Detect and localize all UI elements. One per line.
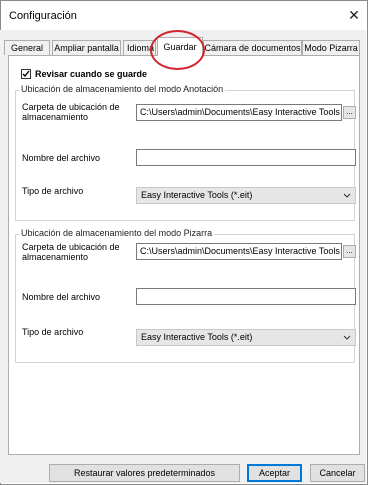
close-icon[interactable]: ✕ (346, 7, 362, 23)
check-on-save-checkbox[interactable] (21, 69, 31, 79)
tab-idioma[interactable]: Idioma (123, 40, 156, 55)
annotation-filename-label: Nombre del archivo (22, 153, 101, 163)
dialog-title: Configuración (9, 10, 77, 22)
annotation-folder-field[interactable]: C:\Users\admin\Documents\Easy Interactiv… (136, 104, 342, 121)
restore-defaults-button[interactable]: Restaurar valores predeterminados (49, 464, 240, 482)
annotation-browse-button[interactable]: ... (343, 106, 356, 119)
tab-general[interactable]: General (4, 40, 50, 55)
annotation-group-title: Ubicación de almacenamiento del modo Ano… (19, 84, 226, 94)
annotation-filetype-label: Tipo de archivo (22, 186, 84, 196)
whiteboard-filename-input[interactable] (136, 288, 356, 305)
whiteboard-browse-button[interactable]: ... (343, 245, 356, 258)
annotation-filetype-select[interactable]: Easy Interactive Tools (*.eit) (136, 187, 356, 204)
whiteboard-filename-label: Nombre del archivo (22, 292, 101, 302)
checkmark-icon (22, 70, 30, 78)
whiteboard-filetype-value: Easy Interactive Tools (*.eit) (141, 332, 253, 342)
cancel-button[interactable]: Cancelar (310, 464, 365, 482)
annotation-folder-label: Carpeta de ubicación de almacenamiento (22, 102, 120, 122)
ok-button[interactable]: Aceptar (247, 464, 302, 482)
whiteboard-folder-field[interactable]: C:\Users\admin\Documents\Easy Interactiv… (136, 243, 342, 260)
tab-modo-pizarra[interactable]: Modo Pizarra (302, 40, 360, 55)
title-bar: Configuración ✕ (1, 1, 367, 31)
whiteboard-folder-label: Carpeta de ubicación de almacenamiento (22, 242, 120, 262)
annotation-filetype-value: Easy Interactive Tools (*.eit) (141, 190, 253, 200)
whiteboard-group-title: Ubicación de almacenamiento del modo Piz… (19, 228, 215, 238)
annotation-filename-input[interactable] (136, 149, 356, 166)
whiteboard-filetype-select[interactable]: Easy Interactive Tools (*.eit) (136, 329, 356, 346)
chevron-down-icon (343, 335, 351, 340)
tab-ampliar-pantalla[interactable]: Ampliar pantalla (52, 40, 121, 55)
save-settings-panel: Revisar cuando se guarde Ubicación de al… (8, 55, 360, 455)
check-on-save-label: Revisar cuando se guarde (35, 69, 148, 79)
tab-camara-documentos[interactable]: Cámara de documentos (203, 40, 302, 55)
chevron-down-icon (343, 193, 351, 198)
whiteboard-filetype-label: Tipo de archivo (22, 327, 84, 337)
tab-guardar[interactable]: Guardar (157, 37, 203, 56)
